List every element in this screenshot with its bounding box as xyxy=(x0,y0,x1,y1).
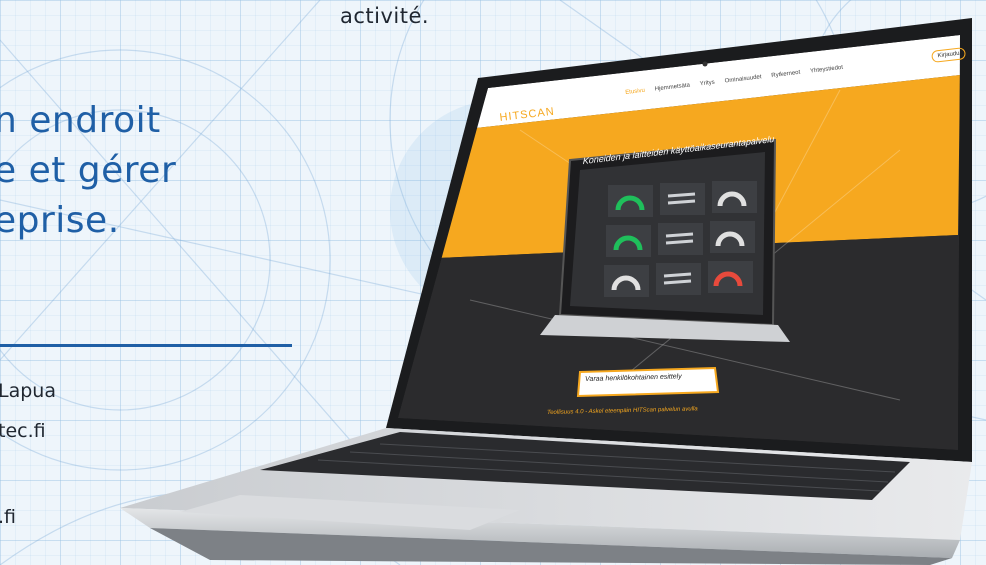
nav-item-etusivu[interactable]: Etusivu xyxy=(625,88,645,96)
site-tagline: Teollisuus 4.0 - Askel eteenpäin HITScan… xyxy=(547,406,698,416)
nav-item-ominaisuudet[interactable]: Ominaisuudet xyxy=(724,74,761,84)
site-logo[interactable]: HITSCAN xyxy=(499,106,555,124)
nav-item-2[interactable]: Hjemmetsäta xyxy=(654,83,690,93)
nav-item-yhteystiedot[interactable]: Yhteystiedot xyxy=(810,65,844,75)
website-screen: HITSCAN Etusivu Hjemmetsäta Yritys Omina… xyxy=(485,38,967,428)
site-nav: Etusivu Hjemmetsäta Yritys Ominaisuudet … xyxy=(625,65,843,96)
nav-item-yritys[interactable]: Yritys xyxy=(700,80,716,88)
cta-button-label[interactable]: Varaa henkilökohtainen esittely xyxy=(585,373,682,383)
hero-title: Koneiden ja laitteiden käyttöaikaseurant… xyxy=(582,133,775,167)
nav-item-5[interactable]: Rytkerneot xyxy=(771,70,801,79)
